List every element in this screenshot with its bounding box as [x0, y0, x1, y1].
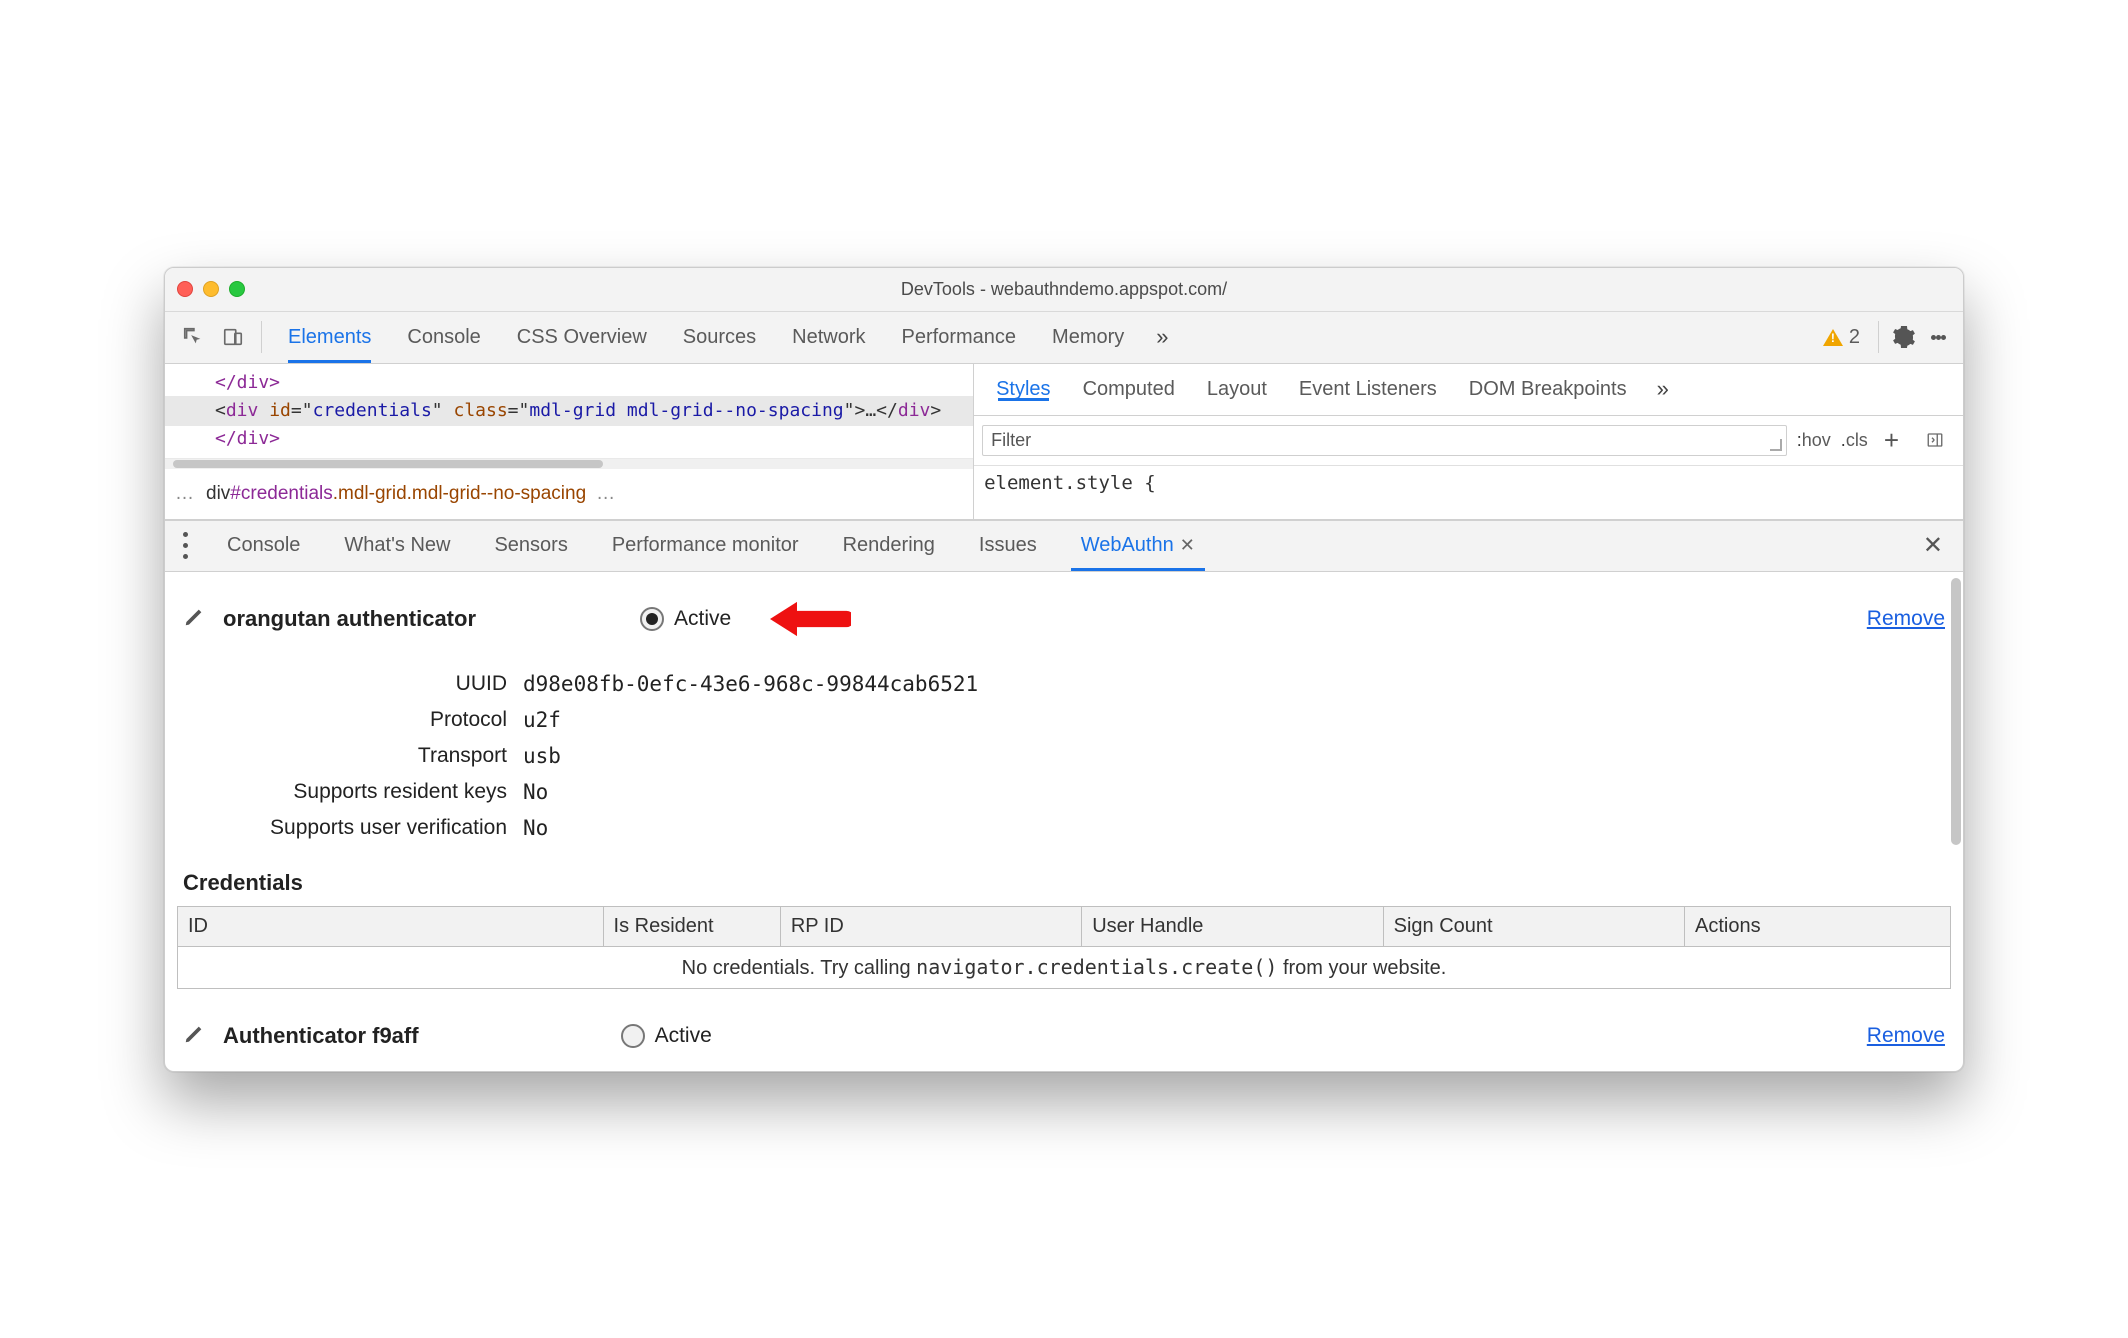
styles-toolbar: Filter hov cls +: [974, 416, 1963, 466]
empty-text-pre: No credentials. Try calling: [682, 957, 917, 979]
window-title: DevTools - webauthndemo.appspot.com/: [165, 279, 1963, 300]
kv-user-verification: Supports user verificationNo: [177, 810, 1951, 846]
active-label: Active: [655, 1024, 712, 1048]
kv-protocol: Protocolu2f: [177, 702, 1951, 738]
drawer-tabs: Console What's New Sensors Performance m…: [165, 520, 1963, 572]
remove-authenticator-link[interactable]: Remove: [1867, 607, 1945, 631]
authenticator-header: orangutan authenticator Active Remove: [177, 594, 1951, 644]
drawer-tab-sensors[interactable]: Sensors: [472, 521, 589, 571]
device-toolbar-icon[interactable]: [219, 323, 247, 351]
breadcrumb[interactable]: … div#credentials.mdl-grid.mdl-grid--no-…: [165, 469, 973, 519]
warnings-indicator[interactable]: 2: [1823, 326, 1860, 349]
empty-text-post: from your website.: [1277, 957, 1446, 979]
kv-transport: Transportusb: [177, 738, 1951, 774]
webauthn-panel: orangutan authenticator Active Remove UU…: [165, 572, 1963, 1071]
active-radio[interactable]: [621, 1024, 645, 1048]
horizontal-scrollbar[interactable]: [165, 459, 973, 469]
table-empty-row: No credentials. Try calling navigator.cr…: [178, 946, 1951, 988]
vertical-scrollbar[interactable]: [1951, 578, 1961, 1065]
authenticator-header: Authenticator f9aff Active Remove: [177, 1023, 1951, 1049]
new-style-rule-button[interactable]: +: [1878, 425, 1905, 456]
edit-name-button[interactable]: [183, 606, 209, 632]
gear-icon: [1892, 325, 1916, 349]
authenticator-name: Authenticator f9aff: [223, 1023, 419, 1049]
drawer-tab-console[interactable]: Console: [205, 521, 322, 571]
dom-tree[interactable]: ⋯ </div> <div id="credentials" class="md…: [165, 364, 973, 459]
toggle-cls-button[interactable]: cls: [1841, 430, 1868, 451]
authenticator-block: orangutan authenticator Active Remove UU…: [177, 576, 1951, 854]
toggle-hov-button[interactable]: hov: [1797, 430, 1831, 451]
drawer-tab-performance-monitor[interactable]: Performance monitor: [590, 521, 821, 571]
main-tabs: Elements Console CSS Overview Sources Ne…: [270, 312, 1142, 363]
col-user-handle[interactable]: User Handle: [1082, 906, 1383, 946]
kv-resident-keys: Supports resident keysNo: [177, 774, 1951, 810]
col-actions[interactable]: Actions: [1685, 906, 1951, 946]
drawer-tab-rendering[interactable]: Rendering: [821, 521, 957, 571]
more-tabs-button[interactable]: »: [1142, 324, 1182, 350]
breadcrumb-next[interactable]: …: [596, 483, 617, 505]
style-rule[interactable]: element.style {: [974, 466, 1963, 500]
tab-network[interactable]: Network: [774, 312, 883, 363]
warning-icon: [1823, 329, 1843, 346]
more-options-button[interactable]: [1921, 320, 1955, 354]
tab-console[interactable]: Console: [389, 312, 498, 363]
pencil-icon: [183, 1023, 205, 1045]
settings-button[interactable]: [1887, 320, 1921, 354]
tab-computed[interactable]: Computed: [1067, 378, 1191, 401]
col-is-resident[interactable]: Is Resident: [603, 906, 780, 946]
titlebar: DevTools - webauthndemo.appspot.com/: [165, 268, 1963, 312]
col-rp-id[interactable]: RP ID: [780, 906, 1081, 946]
tab-layout[interactable]: Layout: [1191, 378, 1283, 401]
dom-line[interactable]: </div>: [215, 370, 965, 396]
styles-pane: Styles Computed Layout Event Listeners D…: [974, 364, 1963, 519]
annotation-arrow-icon: [761, 594, 851, 644]
active-radio[interactable]: [640, 607, 664, 631]
styles-more-tabs[interactable]: »: [1643, 376, 1683, 402]
pencil-icon: [183, 606, 205, 628]
active-radio-group: Active: [640, 594, 851, 644]
authenticator-name: orangutan authenticator: [223, 606, 476, 632]
tab-event-listeners[interactable]: Event Listeners: [1283, 378, 1453, 401]
devtools-window: DevTools - webauthndemo.appspot.com/ Ele…: [164, 267, 1964, 1072]
empty-text-code: navigator.credentials.create(): [916, 955, 1277, 979]
tab-dom-breakpoints[interactable]: DOM Breakpoints: [1453, 378, 1643, 401]
tab-sources[interactable]: Sources: [665, 312, 774, 363]
drawer-tab-whats-new[interactable]: What's New: [322, 521, 472, 571]
breadcrumb-prev[interactable]: …: [175, 483, 196, 505]
tab-css-overview[interactable]: CSS Overview: [499, 312, 665, 363]
elements-split: ⋯ </div> <div id="credentials" class="md…: [165, 364, 1963, 520]
styles-filter-input[interactable]: Filter: [982, 425, 1787, 456]
separator: [1878, 321, 1879, 353]
close-tab-icon[interactable]: ✕: [1180, 535, 1195, 556]
col-sign-count[interactable]: Sign Count: [1383, 906, 1684, 946]
warnings-count: 2: [1849, 326, 1860, 349]
tab-elements[interactable]: Elements: [270, 312, 389, 363]
kv-uuid: UUIDd98e08fb-0efc-43e6-968c-99844cab6521: [177, 666, 1951, 702]
dom-line-selected[interactable]: <div id="credentials" class="mdl-grid md…: [165, 396, 973, 426]
edit-name-button[interactable]: [183, 1023, 209, 1049]
drawer-more-button[interactable]: [171, 529, 199, 562]
authenticator-block: Authenticator f9aff Active Remove: [177, 1005, 1951, 1057]
credentials-table: ID Is Resident RP ID User Handle Sign Co…: [177, 906, 1951, 989]
active-radio-group: Active: [621, 1024, 712, 1048]
dom-tree-pane: ⋯ </div> <div id="credentials" class="md…: [165, 364, 974, 519]
breadcrumb-segment[interactable]: div#credentials.mdl-grid.mdl-grid--no-sp…: [206, 483, 586, 505]
toggle-computed-sidebar-icon[interactable]: [1921, 426, 1949, 454]
col-id[interactable]: ID: [178, 906, 604, 946]
drawer-close-button[interactable]: ✕: [1909, 531, 1957, 560]
main-toolbar: Elements Console CSS Overview Sources Ne…: [165, 312, 1963, 364]
credentials-heading: Credentials: [177, 854, 1951, 906]
tab-performance[interactable]: Performance: [884, 312, 1035, 363]
drawer-tab-webauthn[interactable]: WebAuthn ✕: [1059, 521, 1217, 571]
active-label: Active: [674, 607, 731, 631]
drawer-tab-issues[interactable]: Issues: [957, 521, 1059, 571]
dom-line[interactable]: </div>: [215, 426, 965, 452]
remove-authenticator-link[interactable]: Remove: [1867, 1024, 1945, 1048]
table-header-row: ID Is Resident RP ID User Handle Sign Co…: [178, 906, 1951, 946]
tab-styles[interactable]: Styles: [980, 378, 1066, 401]
tab-memory[interactable]: Memory: [1034, 312, 1142, 363]
separator: [261, 321, 262, 353]
inspect-element-icon[interactable]: [179, 323, 207, 351]
styles-tabs: Styles Computed Layout Event Listeners D…: [974, 364, 1963, 416]
